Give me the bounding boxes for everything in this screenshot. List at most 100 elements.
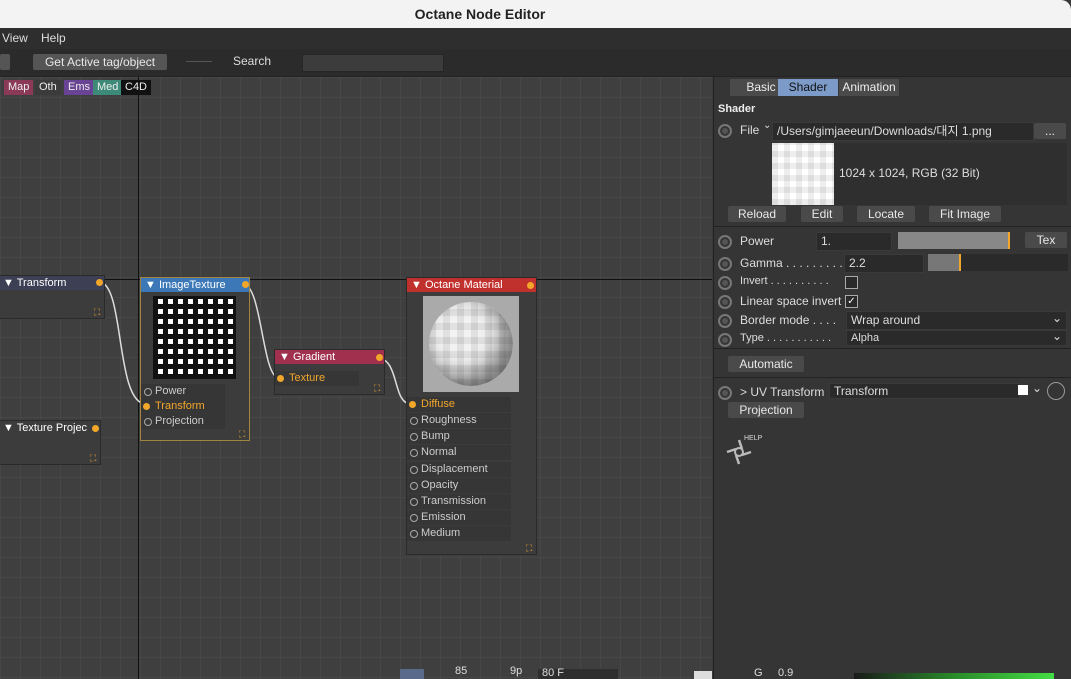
- projection-button[interactable]: Projection: [728, 402, 804, 418]
- reload-button[interactable]: Reload: [728, 206, 786, 222]
- pin-opacity[interactable]: Opacity: [407, 478, 511, 493]
- pin-icon: [410, 482, 418, 490]
- node-material-title: Octane Material: [424, 279, 503, 291]
- expand-icon[interactable]: ⛶: [94, 308, 102, 317]
- pin-emission[interactable]: Emission: [407, 510, 511, 525]
- wire-transform: [98, 281, 147, 405]
- expand-icon[interactable]: ⛶: [239, 430, 247, 439]
- pin-texture[interactable]: Texture: [275, 371, 359, 386]
- power-radio[interactable]: [718, 235, 732, 249]
- output-pin[interactable]: [242, 281, 249, 288]
- file-path-field[interactable]: /Users/gimjaeeun/Downloads/대지 1.png: [772, 122, 1034, 141]
- section-title: Shader: [718, 103, 756, 115]
- pin-displacement[interactable]: Displacement: [407, 462, 511, 477]
- pin-power[interactable]: Power: [141, 384, 225, 399]
- pin-medium[interactable]: Medium: [407, 526, 511, 541]
- gamma-label: Gamma . . . . . . . . .: [740, 256, 843, 270]
- pin-icon: [410, 498, 418, 506]
- chevron-down-icon[interactable]: ⌄: [1052, 329, 1062, 343]
- type-label: Type . . . . . . . . . . .: [740, 332, 832, 344]
- output-pin[interactable]: [527, 282, 534, 289]
- texture-thumbnail: [153, 296, 236, 379]
- pin-normal-label: Normal: [421, 446, 457, 458]
- tab-animation[interactable]: Animation: [839, 79, 899, 96]
- expand-icon[interactable]: ⛶: [90, 454, 98, 463]
- uv-transform-field[interactable]: Transform: [829, 383, 1020, 399]
- node-gradient[interactable]: ▼ Gradient Texture ⛶: [274, 349, 385, 395]
- edit-button[interactable]: Edit: [801, 206, 843, 222]
- search-input[interactable]: [302, 54, 444, 72]
- image-info: 1024 x 1024, RGB (32 Bit): [839, 166, 980, 180]
- menu-help[interactable]: Help: [41, 31, 66, 45]
- node-imagetexture[interactable]: ▼ ImageTexture Power Transform Projectio…: [140, 277, 250, 441]
- tex-button[interactable]: Tex: [1025, 232, 1067, 248]
- pin-transmission[interactable]: Transmission: [407, 494, 511, 509]
- pin-icon: [277, 375, 284, 382]
- bottom-g-label: G: [754, 667, 763, 679]
- help-label: HELP: [744, 435, 763, 442]
- output-pin[interactable]: [376, 354, 383, 361]
- menu-view[interactable]: View: [2, 31, 28, 45]
- output-pin[interactable]: [96, 279, 103, 286]
- fit-image-button[interactable]: Fit Image: [929, 206, 1001, 222]
- chevron-down-icon[interactable]: ⌄: [1052, 311, 1062, 325]
- bottom-field[interactable]: 80 F: [538, 667, 618, 679]
- pin-transform-label: Transform: [155, 400, 205, 412]
- linear-checkbox[interactable]: ✓: [845, 295, 858, 308]
- bottom-slider[interactable]: [400, 669, 424, 679]
- file-radio[interactable]: [718, 124, 732, 138]
- pin-normal[interactable]: Normal: [407, 445, 511, 460]
- node-transform[interactable]: ▼ Transform ⛶: [0, 275, 105, 319]
- type-select[interactable]: Alpha: [846, 330, 1067, 346]
- gamma-input[interactable]: 2.2: [844, 254, 924, 273]
- pin-diffuse[interactable]: Diffuse: [407, 397, 511, 412]
- checker-icon[interactable]: [1018, 385, 1028, 395]
- node-texture-projection[interactable]: ▼ Texture Projec ⛶: [0, 420, 101, 465]
- border-label: Border mode . . . .: [740, 313, 837, 327]
- bottom-gradient-bar: [854, 673, 1054, 679]
- bottom-value-1: 85: [455, 665, 468, 677]
- pin-icon: [410, 530, 418, 538]
- pin-transform[interactable]: Transform: [141, 399, 225, 414]
- expand-icon[interactable]: ⛶: [374, 384, 382, 393]
- linear-label: Linear space invert: [740, 294, 842, 308]
- node-octane-material[interactable]: ▼ Octane Material Diffuse Roughness Bump…: [406, 277, 537, 555]
- output-pin[interactable]: [92, 425, 99, 432]
- invert-checkbox[interactable]: [845, 276, 858, 289]
- node-canvas[interactable]: Map Oth Ems Med C4D ▼ Transform ⛶ ▼ Text…: [0, 77, 712, 679]
- linear-radio[interactable]: [718, 295, 732, 309]
- pin-icon: [143, 403, 150, 410]
- uv-radio[interactable]: [718, 386, 732, 400]
- divider: [714, 348, 1071, 349]
- pin-roughness[interactable]: Roughness: [407, 413, 511, 428]
- pin-icon: [410, 449, 418, 457]
- attribute-panel: Basic Shader Animation Shader File ⌄ /Us…: [713, 77, 1071, 679]
- pin-projection[interactable]: Projection: [141, 414, 225, 429]
- tab-shader[interactable]: Shader: [778, 79, 838, 96]
- chevron-down-icon[interactable]: ⌄: [1032, 381, 1042, 395]
- power-slider[interactable]: [898, 232, 1010, 249]
- toolbar-left-button[interactable]: [0, 54, 10, 70]
- power-input[interactable]: 1.: [816, 232, 892, 251]
- border-mode-select[interactable]: Wrap around: [846, 311, 1067, 330]
- material-preview: [423, 296, 519, 392]
- material-sphere: [429, 302, 513, 386]
- locate-button[interactable]: Locate: [857, 206, 915, 222]
- node-texture-projection-title: Texture Projec: [16, 422, 88, 434]
- invert-radio[interactable]: [718, 276, 732, 290]
- gamma-slider[interactable]: [928, 254, 1068, 271]
- automatic-button[interactable]: Automatic: [728, 356, 804, 372]
- file-browse-button[interactable]: ...: [1034, 123, 1066, 139]
- pointer-icon[interactable]: [1047, 382, 1065, 400]
- pin-bump[interactable]: Bump: [407, 429, 511, 444]
- chevron-down-icon[interactable]: ⌄: [763, 120, 771, 131]
- expand-icon[interactable]: ⛶: [526, 544, 534, 553]
- pin-texture-label: Texture: [289, 372, 326, 384]
- search-label: Search: [233, 54, 272, 68]
- gamma-radio[interactable]: [718, 257, 732, 271]
- get-active-button[interactable]: Get Active tag/object: [33, 54, 167, 70]
- border-radio[interactable]: [718, 314, 732, 328]
- bottom-value-2: 9p: [510, 665, 523, 677]
- type-radio[interactable]: [718, 333, 732, 347]
- pin-projection-label: Projection: [155, 415, 204, 427]
